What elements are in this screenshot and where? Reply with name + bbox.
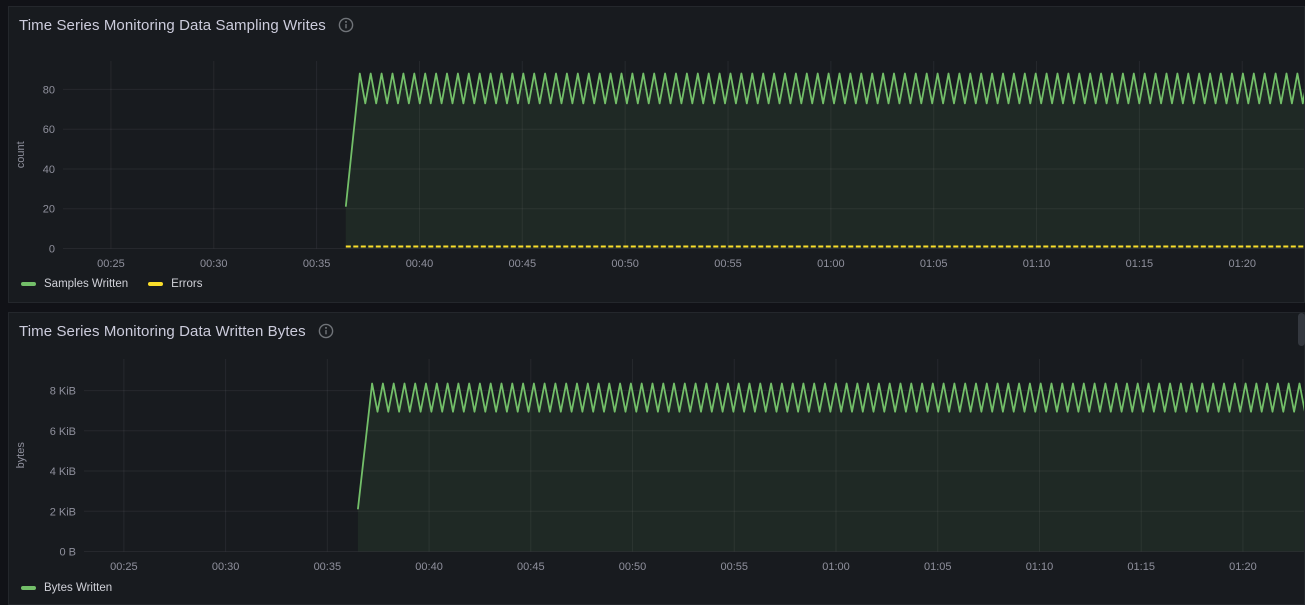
sampling-writes-legend: Samples Written Errors <box>21 278 222 290</box>
legend-item-errors[interactable]: Errors <box>148 278 202 290</box>
y-tick-label: 20 <box>43 204 55 216</box>
x-tick-label: 01:20 <box>1228 258 1256 270</box>
x-tick-label: 00:40 <box>406 258 434 270</box>
sampling-writes-chart[interactable]: 0 20 40 60 80 00:25 00:30 00:35 00:40 00:45 00:50 0… <box>9 7 1305 303</box>
x-tick-label: 01:00 <box>822 561 850 573</box>
legend-swatch-icon <box>21 282 36 286</box>
legend-item-samples-written[interactable]: Samples Written <box>21 278 128 290</box>
y-tick-label: 2 KiB <box>50 506 76 518</box>
panel-written-bytes: Time Series Monitoring Data Written Byte… <box>8 312 1305 605</box>
dashboard-page: { "theme": { "page_bg": "#111217", "pane… <box>0 0 1305 605</box>
legend-label: Samples Written <box>44 278 129 290</box>
x-tick-label: 00:30 <box>200 258 228 270</box>
x-tick-label: 00:45 <box>509 258 537 270</box>
y-tick-label: 40 <box>43 164 55 176</box>
legend-swatch-icon <box>148 282 164 286</box>
legend-swatch-icon <box>21 586 36 590</box>
legend-item-bytes-written[interactable]: Bytes Written <box>21 582 112 594</box>
x-tick-label: 01:10 <box>1023 258 1051 270</box>
legend-label: Errors <box>171 278 203 290</box>
scrollbar-thumb[interactable] <box>1298 313 1305 346</box>
legend-label: Bytes Written <box>44 582 113 594</box>
written-bytes-legend: Bytes Written <box>21 582 132 594</box>
x-tick-label: 00:30 <box>212 561 240 573</box>
y-tick-label: 80 <box>43 84 55 96</box>
x-tick-label: 00:55 <box>714 258 742 270</box>
x-tick-label: 01:00 <box>817 258 845 270</box>
x-tick-label: 01:05 <box>924 561 952 573</box>
x-tick-label: 01:05 <box>920 258 948 270</box>
y-tick-label: 4 KiB <box>50 466 76 478</box>
x-tick-label: 00:50 <box>611 258 639 270</box>
panel-sampling-writes: Time Series Monitoring Data Sampling Wri… <box>8 6 1305 303</box>
written-bytes-chart[interactable]: 0 B 2 KiB 4 KiB 6 KiB 8 KiB 00:25 00:30 00:35 00… <box>9 313 1305 605</box>
y-tick-label: 0 B <box>59 547 76 559</box>
y-tick-label: 6 KiB <box>50 426 76 438</box>
x-tick-label: 01:20 <box>1229 561 1257 573</box>
x-tick-label: 00:35 <box>314 561 342 573</box>
x-tick-label: 01:15 <box>1126 258 1154 270</box>
x-tick-label: 01:10 <box>1026 561 1054 573</box>
x-tick-label: 00:45 <box>517 561 545 573</box>
y-tick-label: 60 <box>43 124 55 136</box>
x-tick-label: 00:25 <box>97 258 125 270</box>
y-axis-label: bytes <box>15 442 27 469</box>
y-tick-label: 0 <box>49 244 55 256</box>
y-axis-label: count <box>15 141 27 168</box>
x-tick-label: 00:40 <box>415 561 443 573</box>
x-tick-label: 01:15 <box>1127 561 1155 573</box>
y-tick-label: 8 KiB <box>50 386 76 398</box>
x-tick-label: 00:25 <box>110 561 138 573</box>
x-tick-label: 00:50 <box>619 561 647 573</box>
x-tick-label: 00:35 <box>303 258 331 270</box>
x-tick-label: 00:55 <box>721 561 749 573</box>
